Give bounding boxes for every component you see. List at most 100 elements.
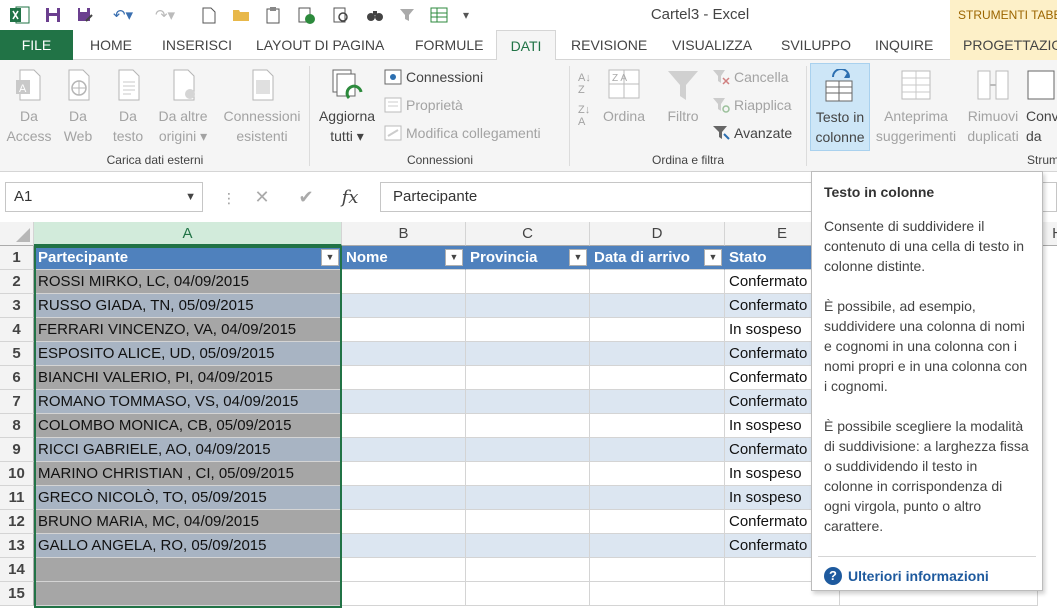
cell-partecipante[interactable] xyxy=(34,558,342,582)
undo-icon[interactable]: ↶▾ xyxy=(106,4,140,26)
tab-inquire[interactable]: INQUIRE xyxy=(875,30,933,60)
row-header[interactable]: 8 xyxy=(0,414,34,438)
cell-nome[interactable] xyxy=(342,486,466,510)
cell-provincia[interactable] xyxy=(466,318,590,342)
column-header-a[interactable]: A xyxy=(34,222,342,246)
cell-nome[interactable] xyxy=(342,342,466,366)
tab-data[interactable]: DATI xyxy=(496,30,556,61)
cell-partecipante[interactable] xyxy=(34,582,342,606)
cell-provincia[interactable] xyxy=(466,270,590,294)
cell-provincia[interactable] xyxy=(466,558,590,582)
cell-partecipante[interactable]: ROSSI MIRKO, LC, 04/09/2015 xyxy=(34,270,342,294)
from-text-button[interactable]: Da testo xyxy=(104,68,152,146)
row-header[interactable]: 9 xyxy=(0,438,34,462)
open-folder-icon[interactable] xyxy=(230,4,252,26)
cell-partecipante[interactable]: ESPOSITO ALICE, UD, 05/09/2015 xyxy=(34,342,342,366)
row-header[interactable]: 12 xyxy=(0,510,34,534)
customize-qat-icon[interactable]: ▾ xyxy=(458,4,474,26)
sort-za-button[interactable]: Z↓ A xyxy=(578,104,590,128)
edit-links-button[interactable]: Modifica collegamenti xyxy=(384,123,541,143)
sort-az-button[interactable]: A↓ Z xyxy=(578,72,591,96)
cell-provincia[interactable] xyxy=(466,414,590,438)
cell-provincia[interactable] xyxy=(466,534,590,558)
flash-fill-button[interactable]: Anteprima suggerimenti xyxy=(872,68,960,146)
cell-nome[interactable] xyxy=(342,366,466,390)
text-to-columns-button[interactable]: Testo in colonne xyxy=(810,63,870,151)
from-other-sources-button[interactable]: Da altre origini ▾ xyxy=(152,68,214,146)
name-box[interactable]: A1 ▼ xyxy=(5,182,203,212)
more-info-link[interactable]: ? Ulteriori informazioni xyxy=(818,556,1036,586)
tab-review[interactable]: REVISIONE xyxy=(571,30,647,60)
save-as-icon[interactable] xyxy=(74,4,96,26)
cell-provincia[interactable] xyxy=(466,510,590,534)
cell-data-arrivo[interactable] xyxy=(590,510,725,534)
cell-nome[interactable] xyxy=(342,294,466,318)
cancel-icon[interactable]: ✕ xyxy=(240,187,284,208)
cell-data-arrivo[interactable] xyxy=(590,534,725,558)
from-access-button[interactable]: A Da Access xyxy=(4,68,54,146)
cell-partecipante[interactable]: ROMANO TOMMASO, VS, 04/09/2015 xyxy=(34,390,342,414)
column-header-d[interactable]: D xyxy=(590,222,725,246)
find-icon[interactable] xyxy=(364,4,386,26)
column-header-b[interactable]: B xyxy=(342,222,466,246)
cell-provincia[interactable] xyxy=(466,486,590,510)
cell-partecipante[interactable]: GRECO NICOLÒ, TO, 05/09/2015 xyxy=(34,486,342,510)
tab-formulas[interactable]: FORMULE xyxy=(415,30,483,60)
cell-provincia[interactable] xyxy=(466,366,590,390)
cell-data-arrivo[interactable] xyxy=(590,342,725,366)
cell-nome[interactable] xyxy=(342,582,466,606)
remove-duplicates-button[interactable]: Rimuovi duplicati xyxy=(962,68,1024,146)
select-all-corner[interactable] xyxy=(0,222,34,246)
cell-partecipante[interactable]: RICCI GABRIELE, AO, 04/09/2015 xyxy=(34,438,342,462)
tab-home[interactable]: HOME xyxy=(90,30,132,60)
filter-dropdown-icon[interactable]: ▼ xyxy=(569,249,587,266)
cell-data-arrivo[interactable] xyxy=(590,366,725,390)
cell-data-arrivo[interactable] xyxy=(590,486,725,510)
convert-button[interactable]: Conv da xyxy=(1026,68,1057,146)
cell-partecipante[interactable]: FERRARI VINCENZO, VA, 04/09/2015 xyxy=(34,318,342,342)
row-header[interactable]: 4 xyxy=(0,318,34,342)
cell-nome[interactable] xyxy=(342,558,466,582)
cell-data-arrivo[interactable] xyxy=(590,438,725,462)
cell-partecipante[interactable]: COLOMBO MONICA, CB, 05/09/2015 xyxy=(34,414,342,438)
row-header[interactable]: 10 xyxy=(0,462,34,486)
cell-partecipante[interactable]: GALLO ANGELA, RO, 05/09/2015 xyxy=(34,534,342,558)
tab-insert[interactable]: INSERISCI xyxy=(162,30,232,60)
cell-provincia[interactable] xyxy=(466,294,590,318)
cell-provincia[interactable] xyxy=(466,582,590,606)
cell-nome[interactable] xyxy=(342,318,466,342)
cell-nome[interactable] xyxy=(342,462,466,486)
reapply-button[interactable]: Riapplica xyxy=(712,95,792,115)
table-header-cell[interactable]: Provincia ▼ xyxy=(466,246,590,270)
cell-partecipante[interactable]: BRUNO MARIA, MC, 04/09/2015 xyxy=(34,510,342,534)
sort-button[interactable]: Z A Ordina xyxy=(600,68,648,126)
tab-view[interactable]: VISUALIZZA xyxy=(672,30,752,60)
clipboard-icon[interactable] xyxy=(262,4,284,26)
refresh-all-button[interactable]: Aggiorna tutti ▾ xyxy=(312,68,382,146)
column-header-c[interactable]: C xyxy=(466,222,590,246)
row-header[interactable]: 1 xyxy=(0,246,34,270)
row-header[interactable]: 11 xyxy=(0,486,34,510)
enter-icon[interactable]: ✔ xyxy=(284,187,328,208)
filter-dropdown-icon[interactable]: ▼ xyxy=(704,249,722,266)
row-header[interactable]: 6 xyxy=(0,366,34,390)
row-header[interactable]: 7 xyxy=(0,390,34,414)
clear-filter-button[interactable]: Cancella xyxy=(712,67,788,87)
save-icon[interactable] xyxy=(42,4,64,26)
table-header-cell[interactable]: Data di arrivo ▼ xyxy=(590,246,725,270)
cell-data-arrivo[interactable] xyxy=(590,294,725,318)
filter-dropdown-icon[interactable]: ▼ xyxy=(445,249,463,266)
redo-icon[interactable]: ↷▾ xyxy=(148,4,182,26)
existing-connections-button[interactable]: Connessioni esistenti xyxy=(218,68,306,146)
cell-provincia[interactable] xyxy=(466,462,590,486)
cell-provincia[interactable] xyxy=(466,438,590,462)
cell-data-arrivo[interactable] xyxy=(590,318,725,342)
cell-data-arrivo[interactable] xyxy=(590,270,725,294)
print-preview-icon[interactable] xyxy=(330,4,352,26)
insert-function-icon[interactable]: fx xyxy=(328,187,372,208)
cell-data-arrivo[interactable] xyxy=(590,462,725,486)
table-header-cell[interactable]: Nome ▼ xyxy=(342,246,466,270)
cell-data-arrivo[interactable] xyxy=(590,390,725,414)
cell-nome[interactable] xyxy=(342,510,466,534)
cell-provincia[interactable] xyxy=(466,390,590,414)
